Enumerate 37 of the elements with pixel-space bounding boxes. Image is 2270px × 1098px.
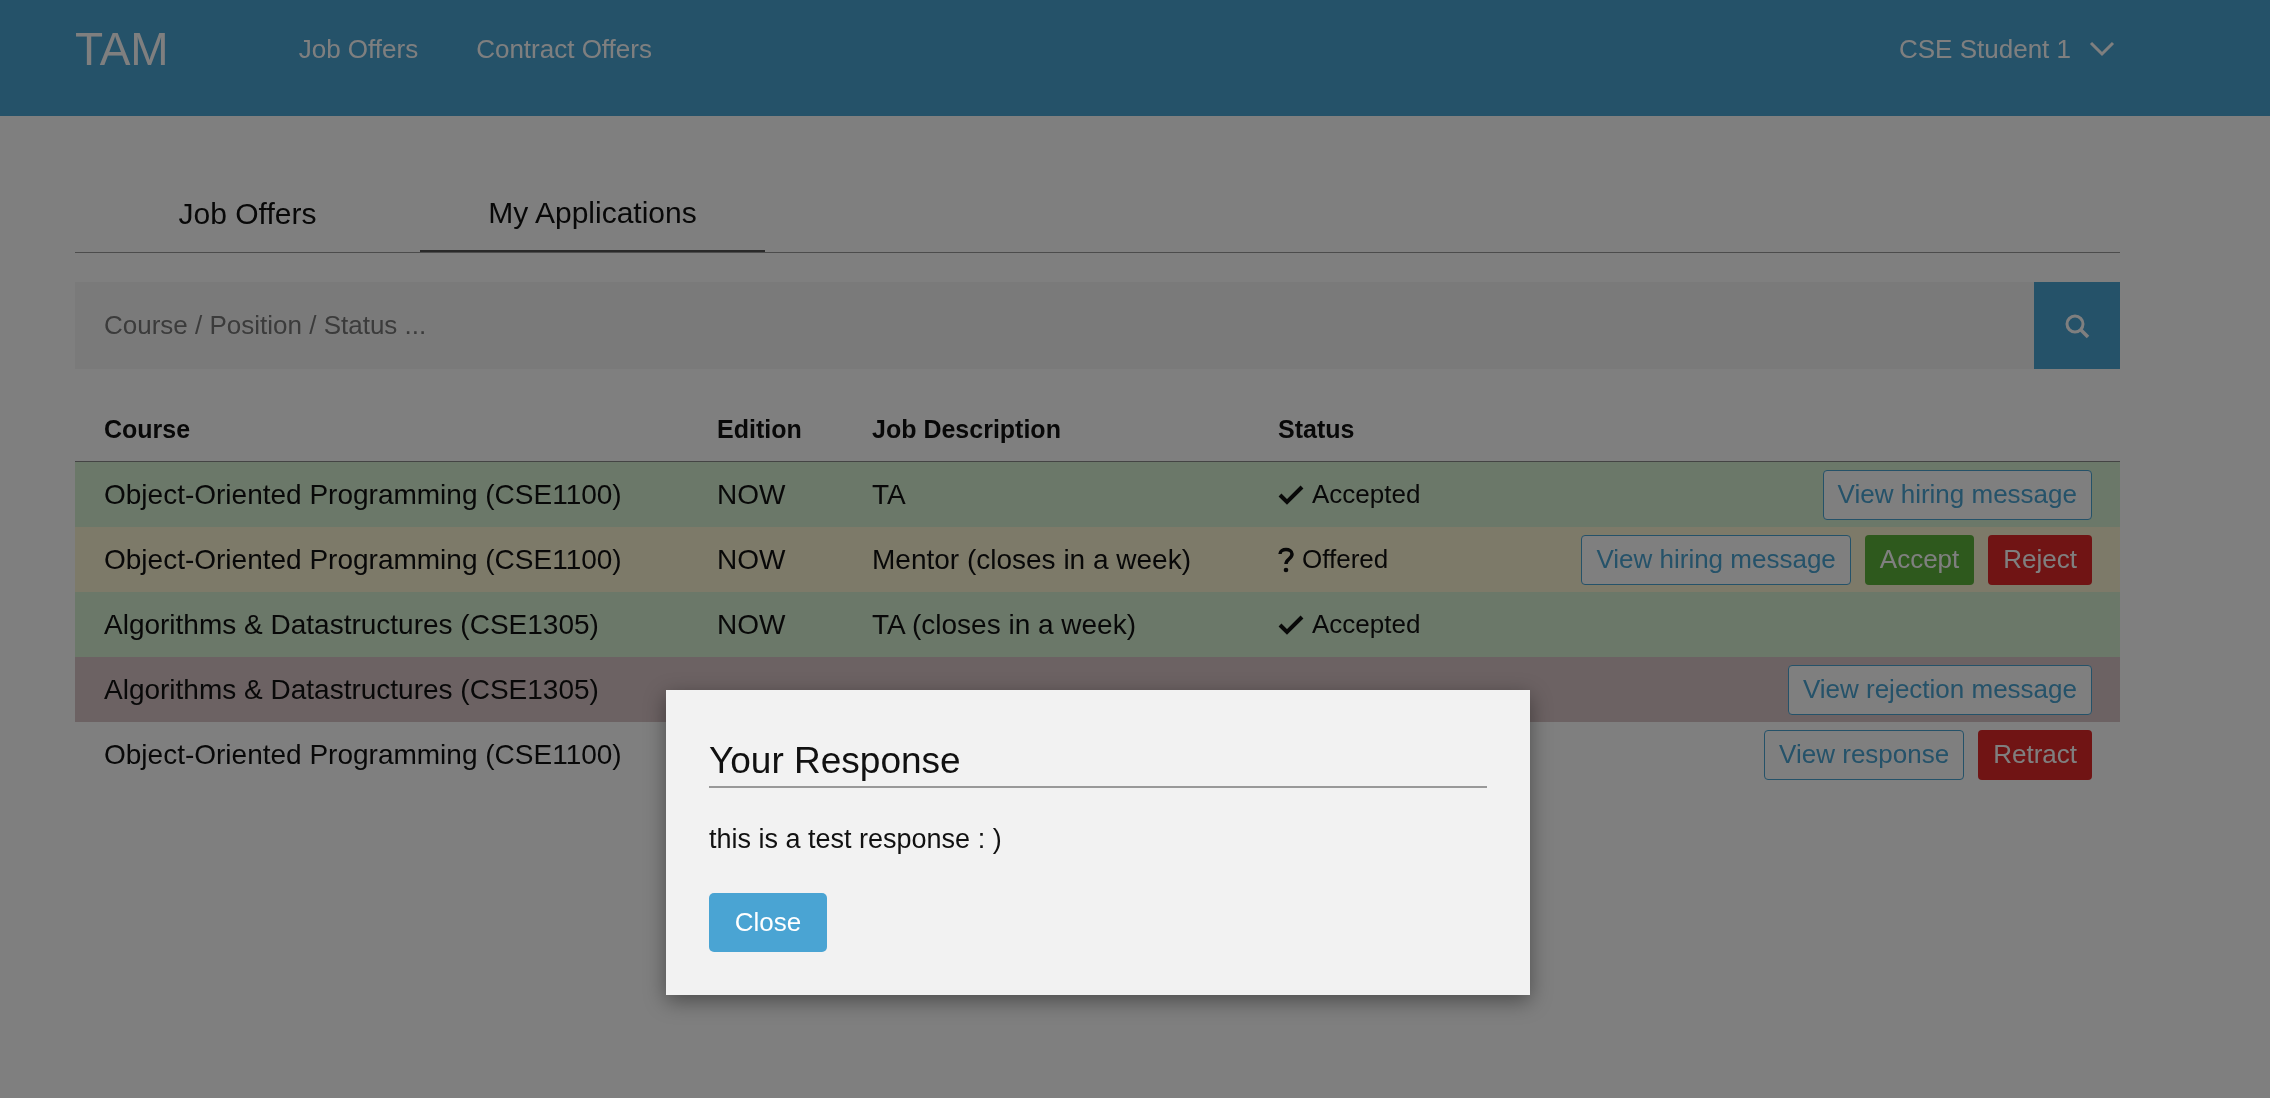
- accept-button[interactable]: Accept: [1864, 534, 1975, 585]
- table-cell: TA: [872, 478, 906, 511]
- check-icon: [1278, 613, 1304, 636]
- status-text: Offered: [1302, 544, 1389, 575]
- close-button[interactable]: Close: [709, 893, 827, 952]
- check-icon: [1278, 483, 1304, 506]
- tab[interactable]: My Applications: [420, 176, 765, 252]
- view-button[interactable]: View hiring message: [1581, 534, 1851, 585]
- app-logo[interactable]: TAM: [75, 22, 169, 76]
- chevron-down-icon[interactable]: [2089, 41, 2115, 57]
- status-text: Accepted: [1312, 479, 1421, 510]
- table-cell: NOW: [717, 543, 786, 576]
- view-button[interactable]: View hiring message: [1822, 469, 2092, 520]
- reject-button[interactable]: Reject: [1988, 534, 2092, 585]
- table-cell: Mentor (closes in a week): [872, 543, 1191, 576]
- search-icon: [2064, 312, 2090, 339]
- tab[interactable]: Job Offers: [75, 176, 420, 252]
- search-button[interactable]: [2034, 282, 2120, 369]
- view-button[interactable]: View response: [1764, 729, 1965, 780]
- table-cell: NOW: [717, 478, 786, 511]
- nav-link[interactable]: Job Offers: [298, 33, 419, 65]
- table-cell: Object-Oriented Programming (CSE1100): [104, 738, 622, 771]
- table-cell: Algorithms & Datastructures (CSE1305): [104, 608, 599, 641]
- nav-link[interactable]: Contract Offers: [476, 33, 652, 65]
- table-cell: NOW: [717, 608, 786, 641]
- table-cell: TA (closes in a week): [872, 608, 1137, 641]
- status-text: Accepted: [1312, 609, 1421, 640]
- table-cell: Object-Oriented Programming (CSE1100): [104, 478, 622, 511]
- table-cell: Algorithms & Datastructures (CSE1305): [104, 673, 599, 706]
- dialog-title: Your Response: [709, 740, 1487, 788]
- question-icon: [1278, 546, 1294, 573]
- search-field[interactable]: Course / Position / Status ...: [75, 282, 2034, 369]
- view-button[interactable]: View rejection message: [1787, 664, 2092, 715]
- reject-button[interactable]: Retract: [1978, 729, 2092, 780]
- dialog-message: this is a test response : ): [709, 824, 1003, 855]
- user-name[interactable]: CSE Student 1: [1899, 33, 2071, 65]
- table-cell: Object-Oriented Programming (CSE1100): [104, 543, 622, 576]
